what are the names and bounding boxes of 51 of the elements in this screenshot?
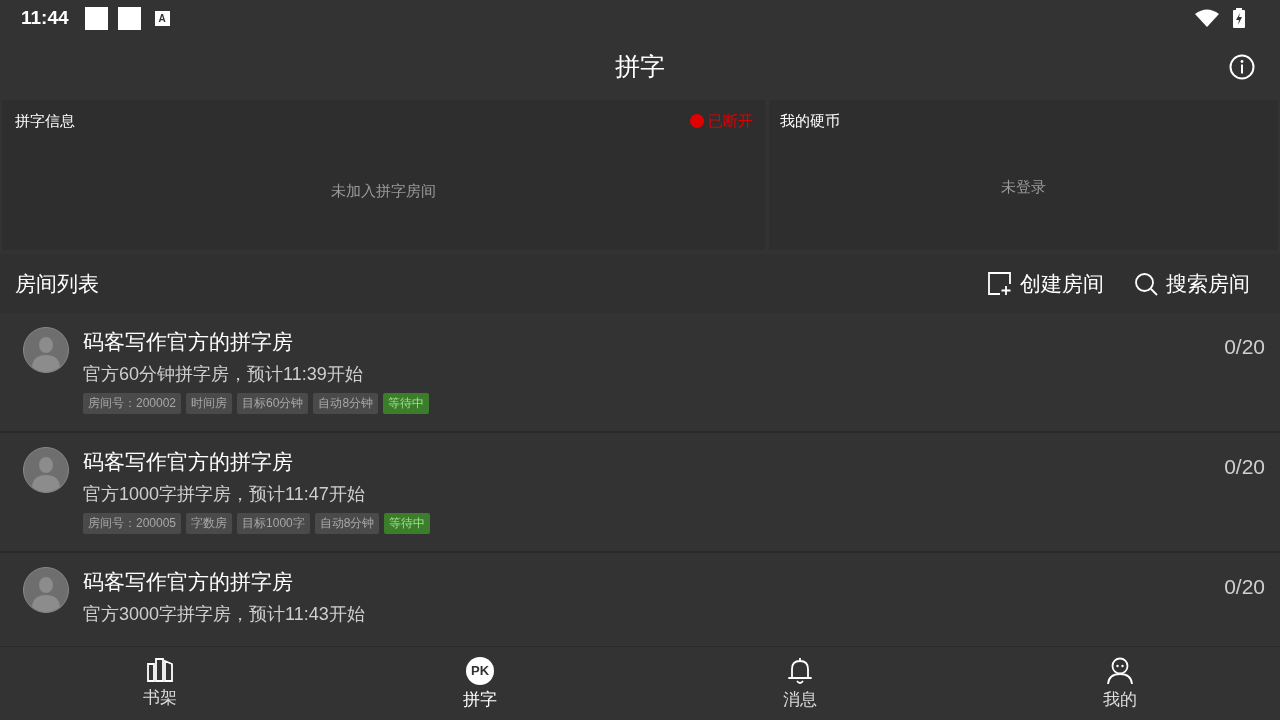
pk-icon: PK (466, 657, 494, 685)
nav-tab[interactable]: 消息 (640, 647, 960, 720)
empty-message: 未加入拼字房间 (330, 181, 437, 201)
player-count: 0/20 (1224, 574, 1265, 600)
room-name: 码客写作官方的拼字房 (83, 449, 294, 475)
books-icon (146, 657, 174, 683)
wifi-icon (1195, 9, 1219, 27)
add-square-icon (988, 271, 1012, 296)
player-count: 0/20 (1224, 454, 1265, 480)
info-icon[interactable] (1229, 54, 1255, 80)
room-tag: 房间号：200005 (83, 513, 182, 534)
search-icon (1134, 271, 1158, 296)
room-item[interactable]: 码客写作官方的拼字房 官方3000字拼字房，预计11:43开始 0/20 (0, 553, 1280, 646)
notification-icon (117, 6, 141, 30)
room-tag: 自动8分钟 (314, 513, 380, 534)
room-tag: 目标60分钟 (237, 393, 309, 414)
player-count: 0/20 (1224, 334, 1265, 360)
status-tag: 等待中 (384, 513, 431, 534)
room-description: 官方3000字拼字房，预计11:43开始 (83, 603, 366, 626)
avatar-icon (23, 447, 69, 493)
room-name: 码客写作官方的拼字房 (83, 569, 294, 595)
panel-title: 拼字信息 (15, 111, 75, 131)
room-tag: 房间号：200002 (83, 393, 182, 414)
connection-status: 已断开 (708, 111, 753, 131)
nav-tab[interactable]: 书架 (0, 647, 320, 720)
avatar-icon (23, 327, 69, 373)
room-tag: 字数房 (186, 513, 233, 534)
notification-glyph: A (154, 10, 170, 26)
page-title: 拼字 (615, 51, 665, 83)
login-status: 未登录 (1000, 177, 1047, 197)
notification-icon (84, 6, 108, 30)
room-name: 码客写作官方的拼字房 (83, 329, 294, 355)
status-tag: 等待中 (383, 393, 430, 414)
room-description: 官方60分钟拼字房，预计11:39开始 (83, 363, 364, 386)
create-room-button[interactable]: 创建房间 (988, 267, 1104, 300)
bell-icon (787, 657, 813, 685)
room-item[interactable]: 码客写作官方的拼字房 官方1000字拼字房，预计11:47开始 房间号：200005 字数房 目标1000字 自动8分钟 等待中 0/20 (0, 433, 1280, 553)
room-item[interactable]: 码客写作官方的拼字房 官方60分钟拼字房，预计11:39开始 房间号：200002 时间房 目标60分钟 自动8分钟 等待中 0/20 (0, 313, 1280, 433)
nav-tab[interactable]: PK 拼字 (320, 647, 640, 720)
person-icon (1106, 657, 1134, 685)
room-description: 官方1000字拼字房，预计11:47开始 (83, 483, 366, 506)
battery-icon (1233, 8, 1245, 28)
section-title: 房间列表 (15, 270, 100, 297)
search-room-button[interactable]: 搜索房间 (1134, 267, 1250, 300)
status-time: 11:44 (21, 5, 69, 30)
nav-tab[interactable]: 我的 (960, 647, 1280, 720)
panel-title: 我的硬币 (780, 111, 840, 131)
room-tag: 自动8分钟 (313, 393, 379, 414)
room-tag: 目标1000字 (237, 513, 310, 534)
avatar-icon (23, 567, 69, 613)
room-tag: 时间房 (186, 393, 233, 414)
